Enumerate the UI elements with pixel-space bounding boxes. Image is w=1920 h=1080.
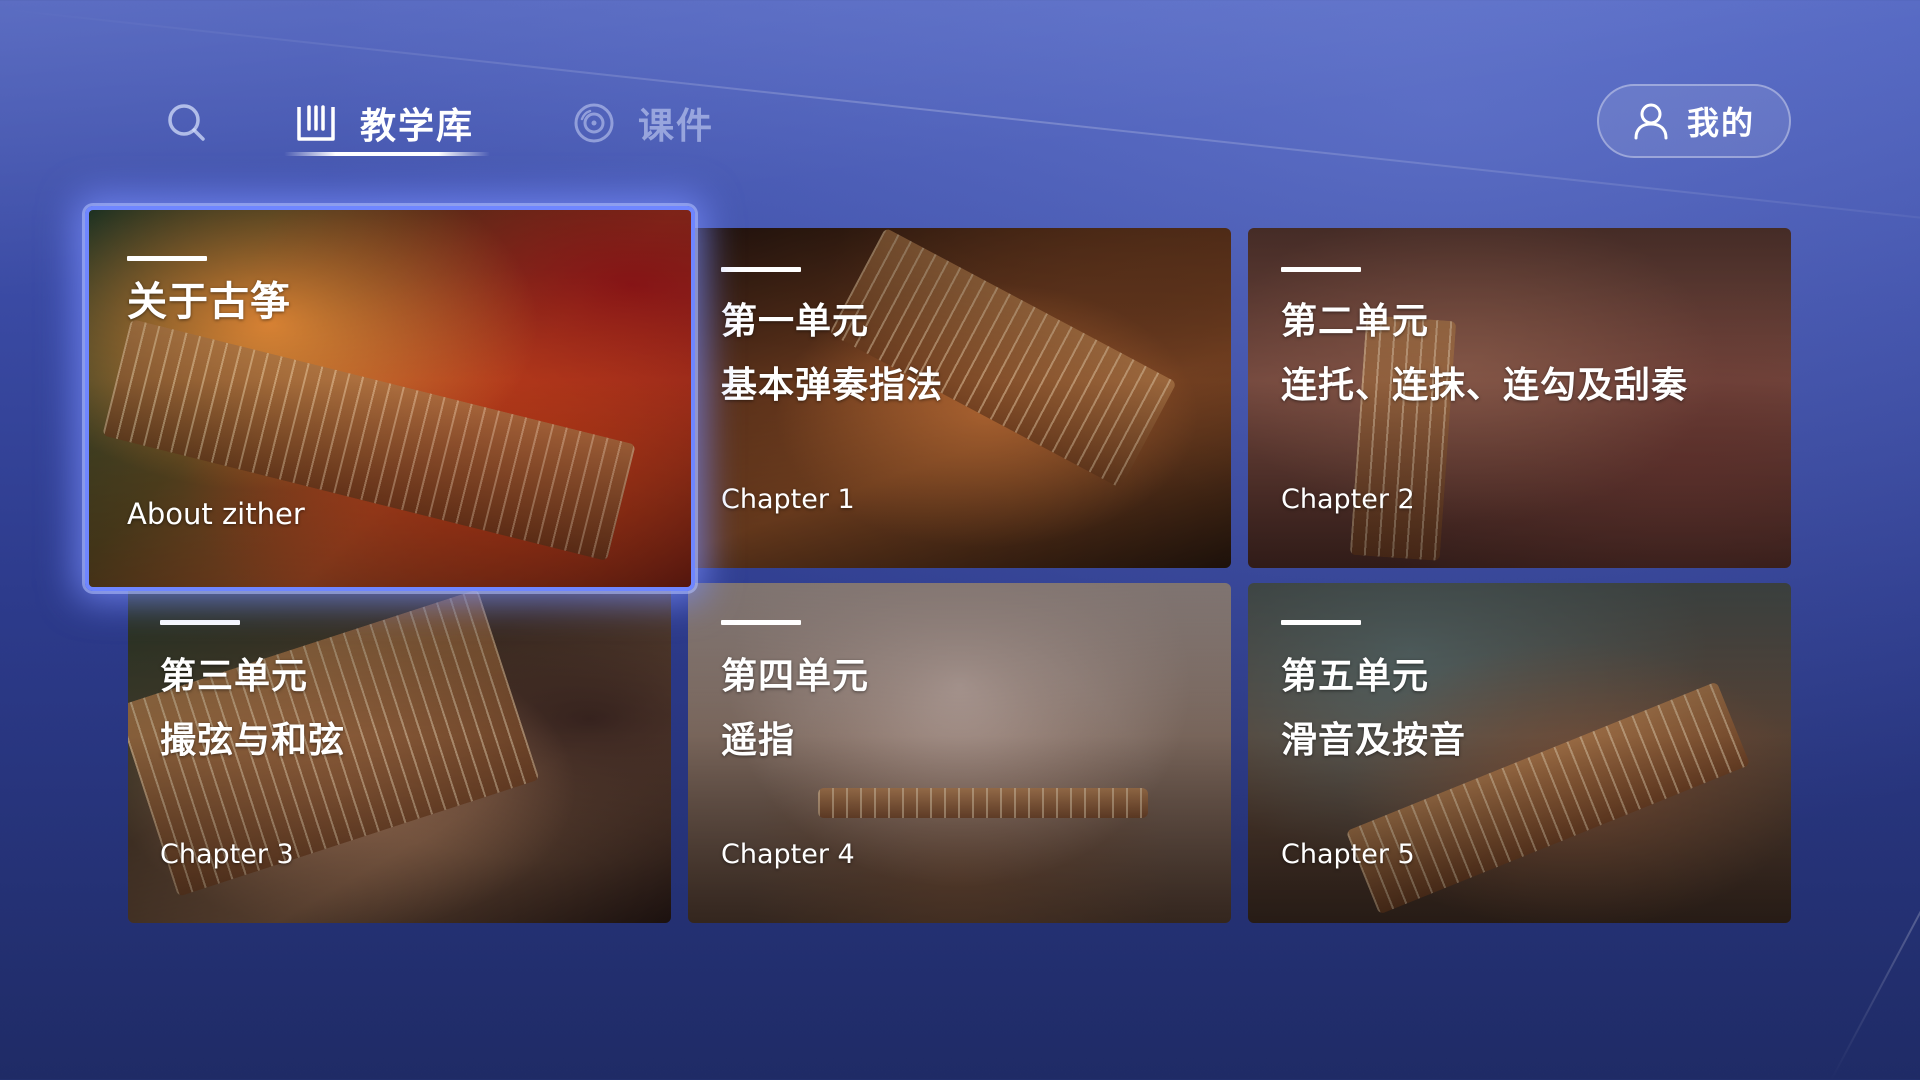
card-title-line-2: 遥指 bbox=[721, 720, 796, 761]
card-chapter-3[interactable]: 第三单元 撮弦与和弦 Chapter 3 bbox=[128, 583, 671, 923]
card-accent-bar bbox=[1281, 620, 1361, 625]
card-title-line-2: 撮弦与和弦 bbox=[160, 720, 346, 761]
card-accent-bar bbox=[127, 256, 207, 261]
card-chapter-4[interactable]: 第四单元 遥指 Chapter 4 bbox=[688, 583, 1231, 923]
card-subtitle: Chapter 5 bbox=[1281, 839, 1415, 870]
card-subtitle: Chapter 4 bbox=[721, 839, 855, 870]
card-accent-bar bbox=[721, 620, 801, 625]
library-book-icon bbox=[297, 105, 335, 141]
card-title-line-1: 第一单元 bbox=[721, 301, 870, 342]
search-button[interactable] bbox=[162, 98, 210, 146]
card-subtitle: About zither bbox=[127, 497, 305, 531]
card-title-line-1: 第五单元 bbox=[1281, 656, 1430, 697]
top-nav: 教学库 课件 我的 bbox=[0, 0, 1920, 200]
card-title-line-2: 连托、连抹、连勾及刮奏 bbox=[1281, 365, 1689, 406]
disc-icon bbox=[574, 103, 614, 143]
tab-library-label: 教学库 bbox=[360, 106, 475, 147]
background-light-streak-2 bbox=[1830, 762, 1920, 1080]
card-subtitle: Chapter 2 bbox=[1281, 484, 1415, 515]
card-title-line-1: 第四单元 bbox=[721, 656, 870, 697]
card-subtitle: Chapter 1 bbox=[721, 484, 855, 515]
card-chapter-5[interactable]: 第五单元 滑音及按音 Chapter 5 bbox=[1248, 583, 1791, 923]
card-accent-bar bbox=[1281, 267, 1361, 272]
search-icon bbox=[168, 104, 205, 141]
tab-library[interactable]: 教学库 bbox=[294, 95, 474, 151]
active-tab-underline bbox=[284, 152, 490, 156]
card-title-line-1: 第三单元 bbox=[160, 656, 309, 697]
tab-courseware[interactable]: 课件 bbox=[572, 95, 714, 151]
card-about-zither[interactable]: 关于古筝 About zither bbox=[85, 206, 695, 591]
card-title-line-1: 关于古筝 bbox=[127, 279, 291, 325]
card-title-line-2: 基本弹奏指法 bbox=[721, 365, 944, 406]
card-subtitle: Chapter 3 bbox=[160, 839, 294, 870]
card-accent-bar bbox=[160, 620, 240, 625]
user-icon bbox=[1634, 103, 1668, 140]
tab-courseware-label: 课件 bbox=[638, 106, 715, 147]
mine-button[interactable]: 我的 bbox=[1597, 84, 1791, 158]
card-title-line-1: 第二单元 bbox=[1281, 301, 1430, 342]
mine-button-label: 我的 bbox=[1686, 104, 1755, 142]
card-title-line-2: 滑音及按音 bbox=[1281, 720, 1467, 761]
card-accent-bar bbox=[721, 267, 801, 272]
card-chapter-1[interactable]: 第一单元 基本弹奏指法 Chapter 1 bbox=[688, 228, 1231, 568]
card-chapter-2[interactable]: 第二单元 连托、连抹、连勾及刮奏 Chapter 2 bbox=[1248, 228, 1791, 568]
